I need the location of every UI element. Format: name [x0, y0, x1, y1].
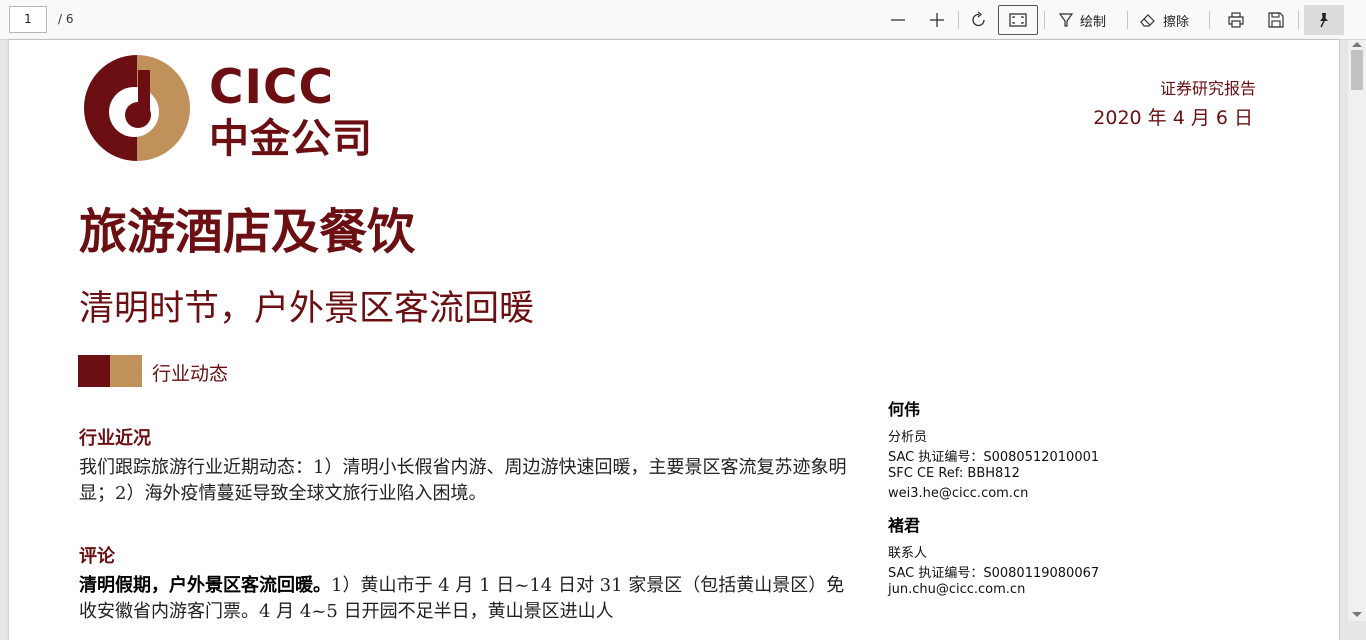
rotate-icon [972, 11, 985, 27]
section-body-industry: 我们跟踪旅游行业近期动态：1）清明小长假省内游、周边游快速回暖，主要景区客流复苏… [79, 457, 847, 504]
comment-lead: 清明假期，户外景区客流回暖。 [79, 575, 331, 596]
cicc-logo-icon [84, 55, 190, 161]
section-heading-industry: 行业近况 [79, 428, 151, 449]
plus-icon [930, 13, 944, 27]
toolbar-divider [958, 11, 959, 29]
report-type: 证券研究报告 [1159, 79, 1256, 98]
report-category: 行业动态 [152, 363, 229, 385]
fit-page-icon [1009, 13, 1027, 27]
pdf-toolbar: 1 / 6 绘制 擦除 [0, 0, 1366, 40]
page-number-input[interactable]: 1 [9, 6, 47, 33]
analyst-role: 分析员 [888, 430, 928, 445]
zoom-out-button[interactable] [884, 5, 912, 35]
toolbar-divider [1127, 11, 1128, 29]
tag-block-gold [110, 355, 142, 387]
analyst-name: 褚君 [888, 516, 921, 535]
minus-icon [891, 19, 905, 21]
report-title: 旅游酒店及餐饮 [79, 204, 416, 260]
save-icon [1268, 12, 1284, 28]
report-date: 2020 年 4 月 6 日 [1093, 107, 1253, 129]
section-heading-comment: 评论 [79, 546, 115, 567]
fit-page-button[interactable] [998, 5, 1038, 35]
analyst-email: jun.chu@cicc.com.cn [888, 582, 1026, 597]
save-button[interactable] [1262, 5, 1290, 35]
tag-block-red [78, 355, 110, 387]
erase-button[interactable]: 擦除 [1139, 5, 1199, 35]
section-body-comment: 清明假期，户外景区客流回暖。1）黄山市于 4 月 1 日~14 日对 31 家景… [79, 573, 859, 625]
print-button[interactable] [1222, 5, 1250, 35]
zoom-in-button[interactable] [923, 5, 951, 35]
page-total: / 6 [58, 12, 74, 26]
scroll-thumb[interactable] [1351, 50, 1363, 90]
analyst-sac: SAC 执证编号：S0080512010001 [888, 450, 1100, 465]
toolbar-divider [1044, 11, 1045, 29]
report-subtitle: 清明时节，户外景区客流回暖 [79, 289, 535, 329]
toolbar-divider [1298, 11, 1299, 29]
rotate-button[interactable] [965, 5, 993, 35]
logo-wordmark-cn: 中金公司 [209, 116, 373, 162]
pin-toolbar-button[interactable] [1304, 5, 1344, 35]
scroll-up-arrow-icon[interactable] [1352, 42, 1362, 47]
printer-icon [1228, 12, 1244, 28]
scroll-down-arrow-icon[interactable] [1352, 612, 1362, 617]
analyst-role: 联系人 [888, 546, 928, 561]
analyst-name: 何伟 [888, 400, 921, 419]
draw-button[interactable]: 绘制 [1058, 5, 1118, 35]
analyst-sac: SAC 执证编号：S0080119080067 [888, 566, 1100, 581]
draw-label: 绘制 [1080, 14, 1107, 30]
analyst-email: wei3.he@cicc.com.cn [888, 486, 1029, 501]
pin-icon [1320, 13, 1328, 28]
erase-label: 擦除 [1163, 14, 1190, 30]
toolbar-divider [1209, 11, 1210, 29]
vertical-scrollbar[interactable] [1348, 40, 1366, 621]
eraser-icon [1140, 14, 1155, 27]
analyst-sfc: SFC CE Ref: BBH812 [888, 466, 1020, 481]
pdf-page: CICC 中金公司 证券研究报告 2020 年 4 月 6 日 旅游酒店及餐饮 … [9, 40, 1339, 640]
draw-icon [1058, 13, 1074, 27]
